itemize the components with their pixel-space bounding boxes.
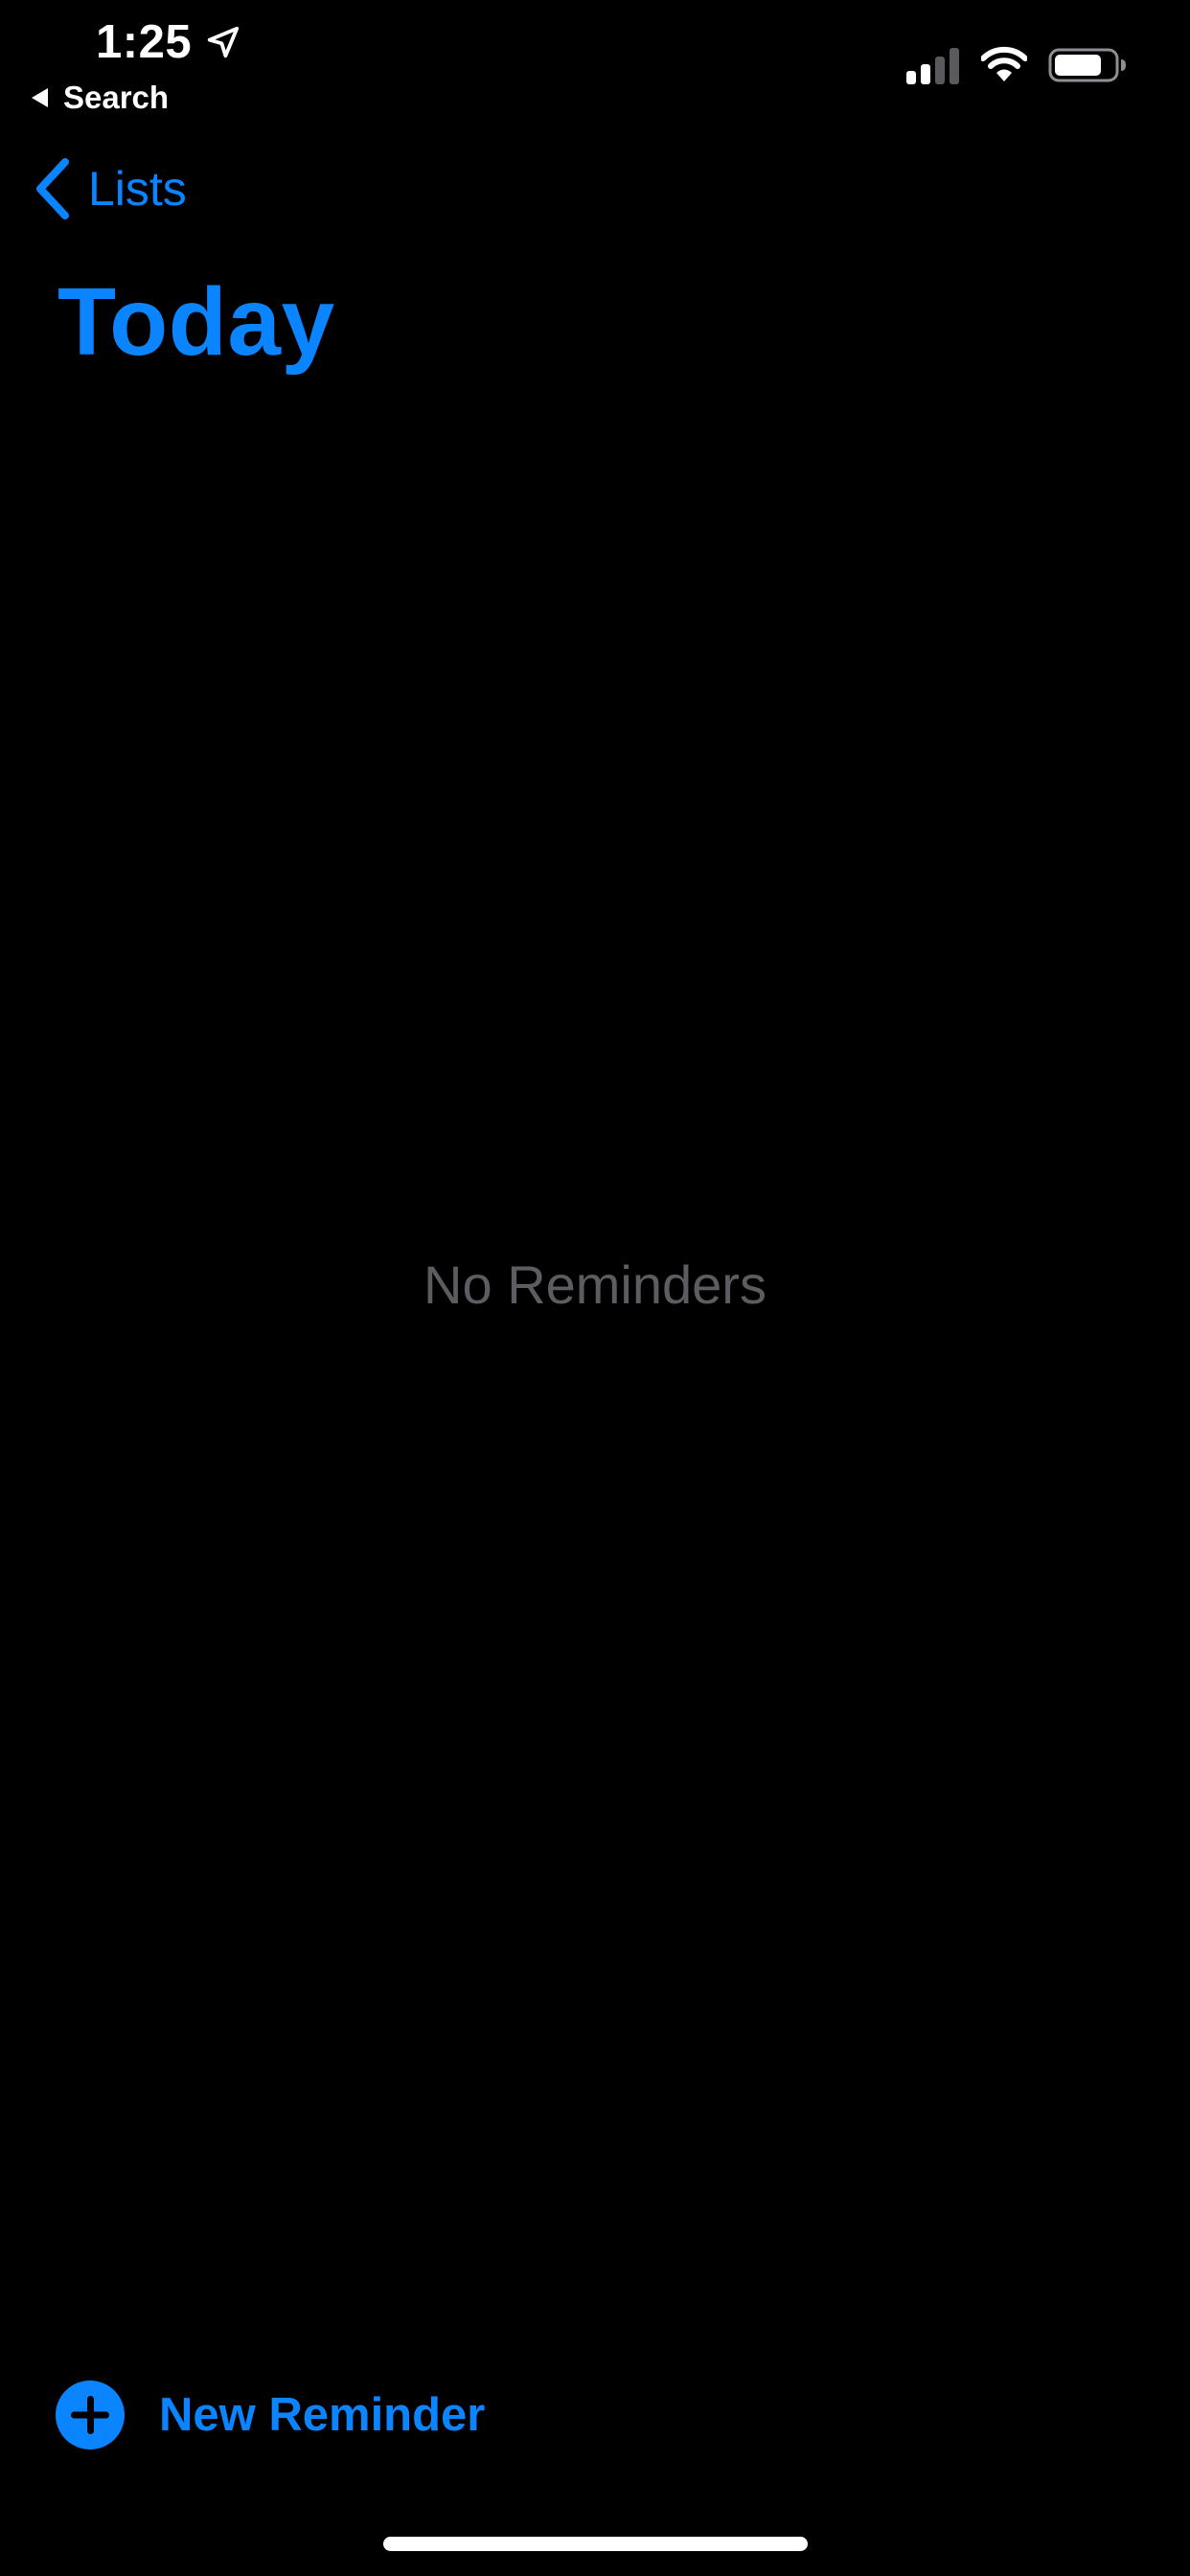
location-arrow-icon <box>207 26 240 58</box>
status-indicators <box>906 42 1127 88</box>
chevron-left-icon <box>36 158 69 219</box>
home-indicator[interactable] <box>383 2537 808 2551</box>
plus-circle-icon <box>56 2380 125 2450</box>
status-time-text: 1:25 <box>96 16 193 68</box>
new-reminder-button[interactable]: New Reminder <box>56 2380 485 2450</box>
battery-icon <box>1048 48 1126 82</box>
cellular-signal-icon <box>906 48 959 84</box>
empty-state-message: No Reminders <box>423 1254 767 1315</box>
lists-back-label: Lists <box>88 162 187 216</box>
status-time: 1:25 <box>96 13 241 71</box>
new-reminder-label: New Reminder <box>159 2389 486 2441</box>
lists-back-button[interactable]: Lists <box>33 155 187 222</box>
back-to-app-button[interactable]: Search <box>29 77 169 119</box>
page-title: Today <box>57 268 335 376</box>
wifi-icon <box>981 46 1027 81</box>
back-triangle-icon <box>32 88 48 107</box>
back-to-app-label: Search <box>63 80 170 115</box>
